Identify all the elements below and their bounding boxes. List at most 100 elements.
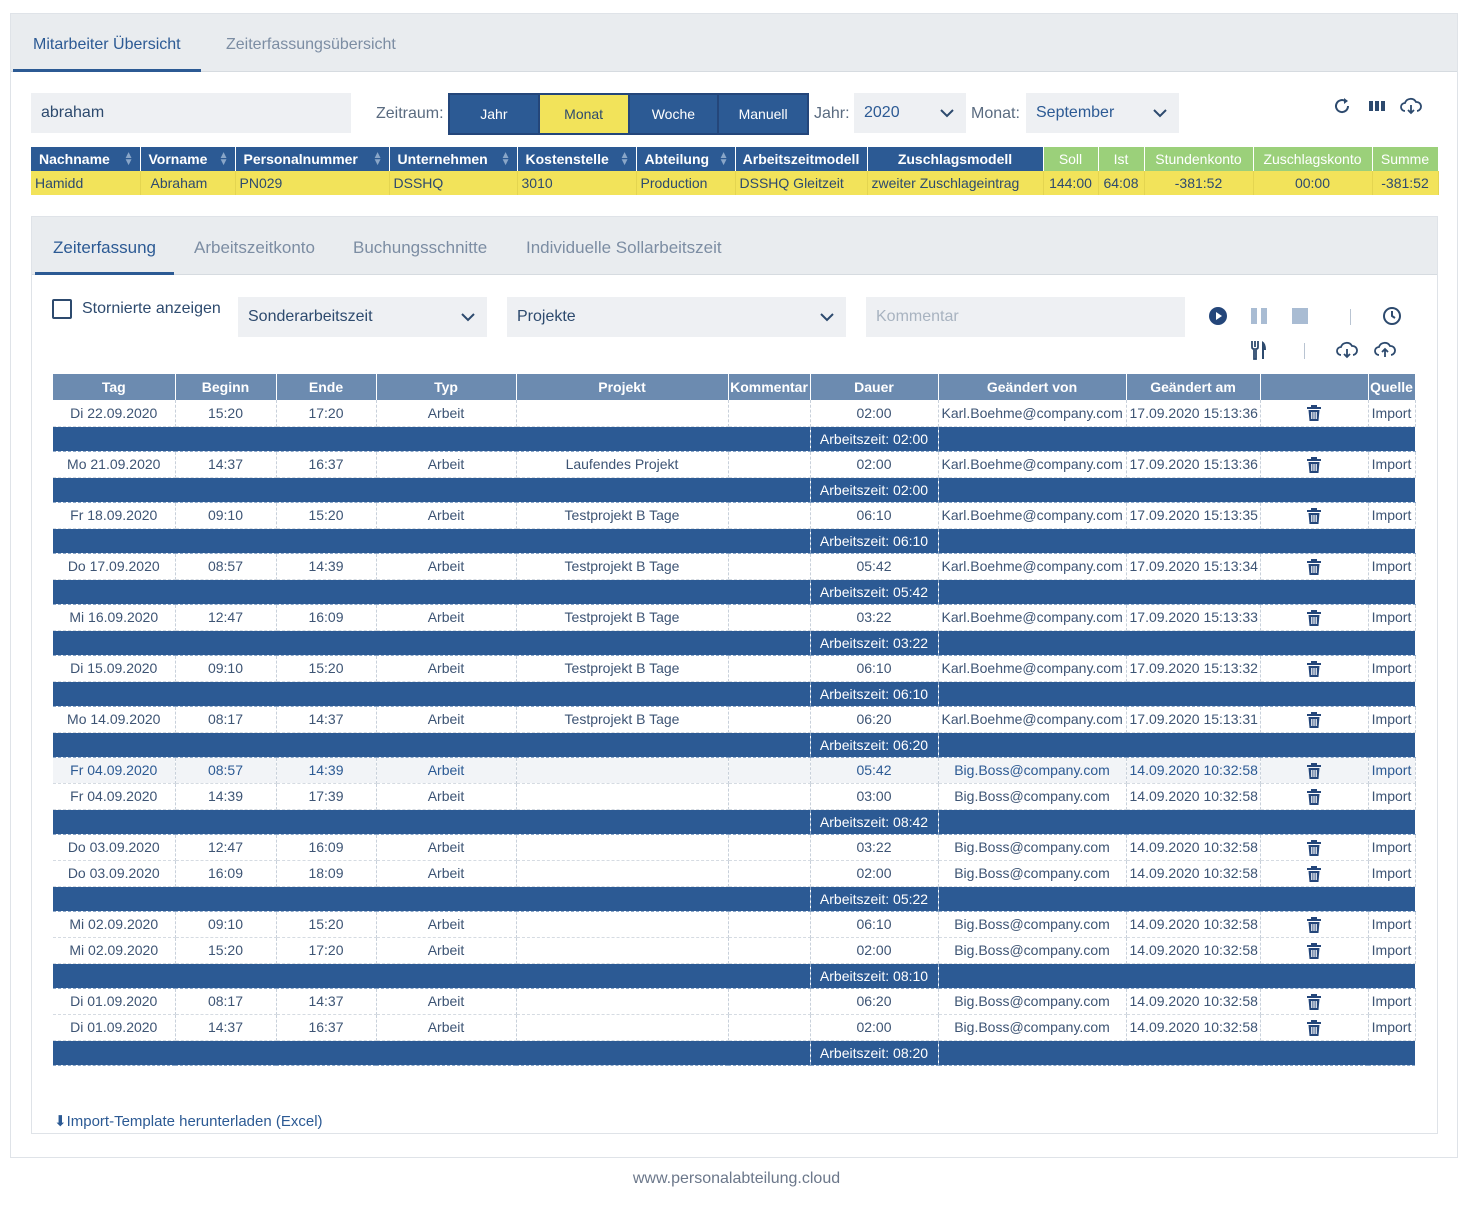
employee-search-input[interactable] [31, 93, 351, 133]
col-kommentar[interactable]: Kommentar [728, 374, 811, 400]
kommentar-input[interactable] [866, 297, 1185, 337]
trash-icon[interactable] [1307, 405, 1321, 422]
delete-entry-button[interactable] [1260, 757, 1369, 784]
col-nachname[interactable]: Nachname ▲ ▼ [31, 147, 141, 171]
delete-entry-button[interactable] [1260, 988, 1369, 1015]
time-entry-row[interactable]: Do 03.09.2020 16:09 18:09 Arbeit 02:00 Big.Bo… [53, 860, 1416, 887]
time-entry-row[interactable]: Di 01.09.2020 08:17 14:37 Arbeit 06:20 Big.Bo… [53, 988, 1416, 1015]
delete-entry-button[interactable] [1260, 834, 1369, 861]
col-geaendert-von[interactable]: Geändert von [938, 374, 1127, 400]
zeitraum-manuell-button[interactable]: Manuell [719, 95, 807, 133]
jahr-select[interactable]: 2020 [854, 93, 966, 133]
employee-row[interactable]: Hamidd Abraham PN029 DSSHQ 3010 Producti… [31, 171, 1439, 195]
trash-icon[interactable] [1307, 916, 1321, 933]
clock-icon[interactable] [1381, 305, 1403, 327]
time-entry-row[interactable]: Fr 18.09.2020 09:10 15:20 Arbeit Testprojekt… [53, 502, 1416, 529]
col-stundenkonto[interactable]: Stundenkonto [1144, 147, 1254, 171]
cell-kommentar [728, 783, 811, 810]
tab-individuelle-sollarbeitszeit[interactable]: Individuelle Sollarbeitszeit [508, 217, 740, 275]
delete-entry-button[interactable] [1260, 400, 1369, 427]
delete-entry-button[interactable] [1260, 604, 1369, 631]
col-vorname[interactable]: Vorname ▲ ▼ [140, 147, 236, 171]
zeitraum-woche-button[interactable]: Woche [629, 95, 718, 133]
col-projekt[interactable]: Projekt [516, 374, 729, 400]
time-entry-row[interactable]: Mi 02.09.2020 09:10 15:20 Arbeit 06:10 Big.Bo… [53, 911, 1416, 938]
time-entry-row[interactable]: Fr 04.09.2020 08:57 14:39 Arbeit 05:42 Big.Bo… [53, 757, 1416, 784]
meal-break-icon[interactable] [1248, 339, 1270, 361]
delete-entry-button[interactable] [1260, 655, 1369, 682]
import-template-link[interactable]: ⬇Import-Template herunterladen (Excel) [54, 1112, 323, 1130]
col-arbeitszeitmodell[interactable]: Arbeitszeitmodell [735, 147, 868, 171]
stornierte-anzeigen-toggle[interactable]: Stornierte anzeigen [52, 299, 221, 319]
cell-zuschlagsmodell: zweiter Zuschlageintrag [867, 171, 1044, 195]
col-ist[interactable]: Ist [1098, 147, 1145, 171]
time-entry-row[interactable]: Do 17.09.2020 08:57 14:39 Arbeit Testprojekt… [53, 553, 1416, 580]
refresh-icon[interactable] [1331, 95, 1353, 117]
col-kostenstelle[interactable]: Kostenstelle ▲ ▼ [517, 147, 637, 171]
stornierte-checkbox[interactable] [52, 299, 72, 319]
col-soll[interactable]: Soll [1043, 147, 1099, 171]
cloud-download-icon[interactable] [1336, 339, 1358, 361]
time-entry-row[interactable]: Mo 14.09.2020 08:17 14:37 Arbeit Testprojekt… [53, 706, 1416, 733]
col-tag[interactable]: Tag [53, 374, 176, 400]
col-geaendert-am[interactable]: Geändert am [1126, 374, 1261, 400]
tab-zeiterfassung[interactable]: Zeiterfassung [35, 217, 174, 275]
trash-icon[interactable] [1307, 456, 1321, 473]
delete-entry-button[interactable] [1260, 937, 1369, 964]
col-zuschlagskonto[interactable]: Zuschlagskonto [1253, 147, 1373, 171]
trash-icon[interactable] [1307, 865, 1321, 882]
trash-icon[interactable] [1307, 558, 1321, 575]
trash-icon[interactable] [1307, 839, 1321, 856]
trash-icon[interactable] [1307, 660, 1321, 677]
stop-icon[interactable] [1289, 305, 1311, 327]
delete-entry-button[interactable] [1260, 1014, 1369, 1041]
delete-entry-button[interactable] [1260, 860, 1369, 887]
col-zuschlagsmodell[interactable]: Zuschlagsmodell [867, 147, 1044, 171]
columns-icon[interactable] [1366, 95, 1388, 117]
tab-mitarbeiter-uebersicht[interactable]: Mitarbeiter Übersicht [13, 14, 201, 72]
delete-entry-button[interactable] [1260, 451, 1369, 478]
col-dauer[interactable]: Dauer [810, 374, 939, 400]
col-typ[interactable]: Typ [376, 374, 517, 400]
pause-icon[interactable] [1248, 305, 1270, 327]
col-summe[interactable]: Summe [1372, 147, 1439, 171]
col-beginn[interactable]: Beginn [175, 374, 277, 400]
time-entry-row[interactable]: Di 22.09.2020 15:20 17:20 Arbeit 02:00 Karl.B… [53, 400, 1416, 427]
trash-icon[interactable] [1307, 993, 1321, 1010]
delete-entry-button[interactable] [1260, 783, 1369, 810]
col-ende[interactable]: Ende [276, 374, 377, 400]
col-abteilung[interactable]: Abteilung ▲ ▼ [636, 147, 736, 171]
trash-icon[interactable] [1307, 711, 1321, 728]
trash-icon[interactable] [1307, 942, 1321, 959]
time-entry-row[interactable]: Mi 16.09.2020 12:47 16:09 Arbeit Testprojekt… [53, 604, 1416, 631]
delete-entry-button[interactable] [1260, 502, 1369, 529]
delete-entry-button[interactable] [1260, 911, 1369, 938]
time-entry-row[interactable]: Mo 21.09.2020 14:37 16:37 Arbeit Laufendes P… [53, 451, 1416, 478]
monat-select[interactable]: September [1026, 93, 1179, 133]
sonderarbeitszeit-select[interactable]: Sonderarbeitszeit [238, 297, 487, 337]
projekte-select[interactable]: Projekte [507, 297, 846, 337]
time-entry-row[interactable]: Di 01.09.2020 14:37 16:37 Arbeit 02:00 Big.Bo… [53, 1014, 1416, 1041]
time-entry-row[interactable]: Do 03.09.2020 12:47 16:09 Arbeit 03:22 Big.Bo… [53, 834, 1416, 861]
tab-zeiterfassungsuebersicht[interactable]: Zeiterfassungsübersicht [206, 14, 416, 72]
trash-icon[interactable] [1307, 507, 1321, 524]
trash-icon[interactable] [1307, 609, 1321, 626]
zeitraum-monat-button[interactable]: Monat [539, 95, 628, 133]
cloud-download-icon[interactable] [1400, 95, 1422, 117]
time-entry-row[interactable]: Mi 02.09.2020 15:20 17:20 Arbeit 02:00 Big.Bo… [53, 937, 1416, 964]
trash-icon[interactable] [1307, 762, 1321, 779]
tab-buchungsschnitte[interactable]: Buchungsschnitte [335, 217, 505, 275]
delete-entry-button[interactable] [1260, 553, 1369, 580]
time-entry-row[interactable]: Di 15.09.2020 09:10 15:20 Arbeit Testprojekt… [53, 655, 1416, 682]
trash-icon[interactable] [1307, 1019, 1321, 1036]
delete-entry-button[interactable] [1260, 706, 1369, 733]
play-icon[interactable] [1207, 305, 1229, 327]
col-quelle[interactable]: Quelle [1368, 374, 1416, 400]
col-unternehmen[interactable]: Unternehmen ▲ ▼ [389, 147, 518, 171]
time-entry-row[interactable]: Fr 04.09.2020 14:39 17:39 Arbeit 03:00 Big.Bo… [53, 783, 1416, 810]
zeitraum-jahr-button[interactable]: Jahr [450, 95, 538, 133]
cloud-upload-icon[interactable] [1374, 339, 1396, 361]
tab-arbeitszeitkonto[interactable]: Arbeitszeitkonto [176, 217, 333, 275]
trash-icon[interactable] [1307, 788, 1321, 805]
col-personalnummer[interactable]: Personalnummer ▲ ▼ [235, 147, 390, 171]
